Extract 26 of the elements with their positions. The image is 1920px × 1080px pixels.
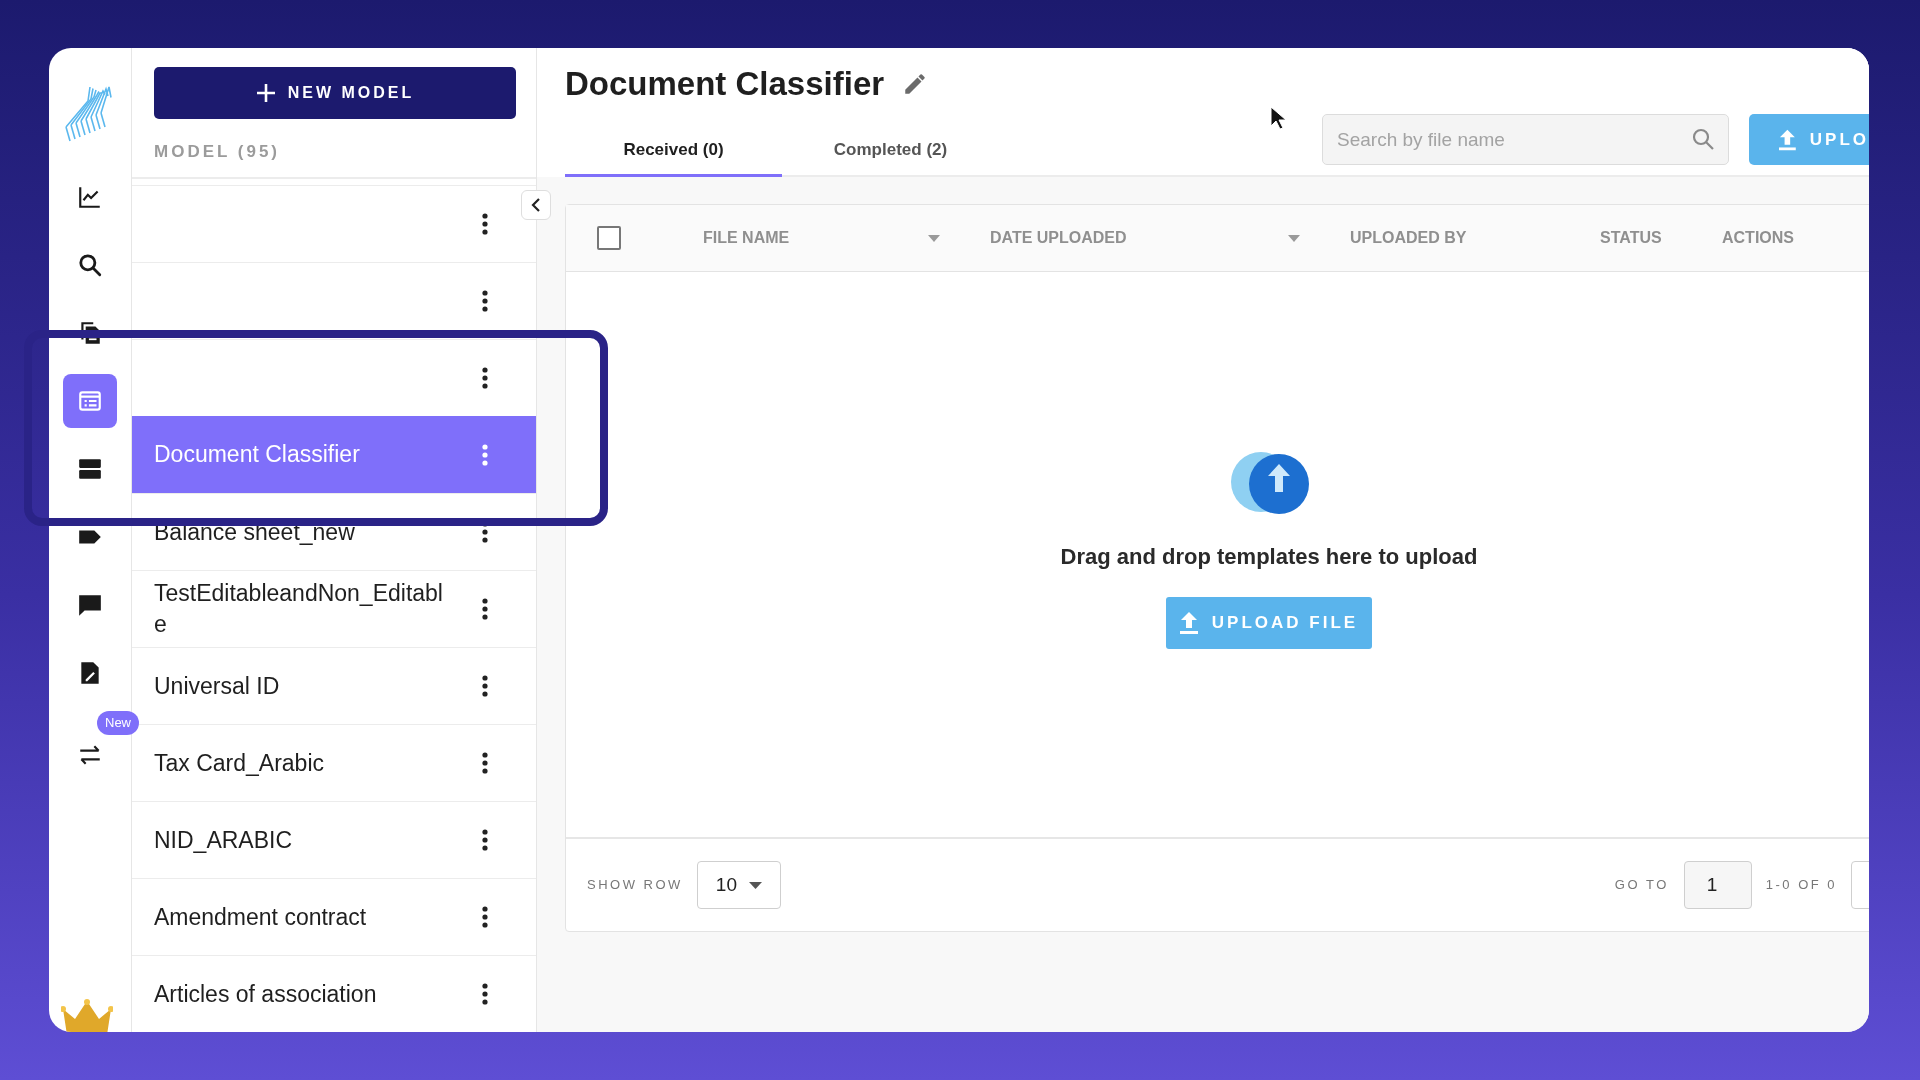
column-header: FILE NAME — [703, 228, 790, 248]
column-header: UPLOADED BY — [1350, 228, 1467, 248]
search-field[interactable]: Search by file name — [1322, 114, 1729, 165]
model-name: Amendment contract — [154, 902, 368, 932]
model-name: TestEditableandNon_Editable — [154, 579, 444, 639]
tab[interactable]: Completed (2) — [782, 125, 999, 177]
column-header: DATE UPLOADED — [990, 228, 1127, 248]
model-name: NID_ARABIC — [154, 825, 294, 855]
page-range-text: 1-0 OF 0 — [1765, 876, 1838, 895]
model-name: Tax Card_Arabic — [154, 748, 326, 778]
rows-per-page-select[interactable]: 10 — [696, 861, 781, 909]
column-header: STATUS — [1600, 228, 1662, 248]
show-row-label: SHOW ROW — [587, 876, 683, 895]
tab[interactable]: Received (0) — [565, 125, 782, 177]
go-to-label: GO TO — [1614, 876, 1669, 895]
model-count-heading: MODEL (95) — [154, 141, 281, 164]
page-title: Document Classifier — [565, 64, 885, 105]
model-name: Document Classifier — [154, 440, 361, 469]
page-number-field[interactable]: 1 — [1683, 861, 1752, 909]
model-list-item[interactable]: Document Classifier — [132, 416, 536, 493]
new-model-button[interactable]: NEW MODEL — [154, 67, 516, 119]
model-name: Universal ID — [154, 671, 281, 701]
empty-state-message: Drag and drop templates here to upload — [1060, 543, 1478, 571]
model-name: Articles of association — [154, 979, 378, 1009]
column-header: ACTIONS — [1722, 228, 1794, 248]
new-badge: New — [97, 711, 139, 735]
